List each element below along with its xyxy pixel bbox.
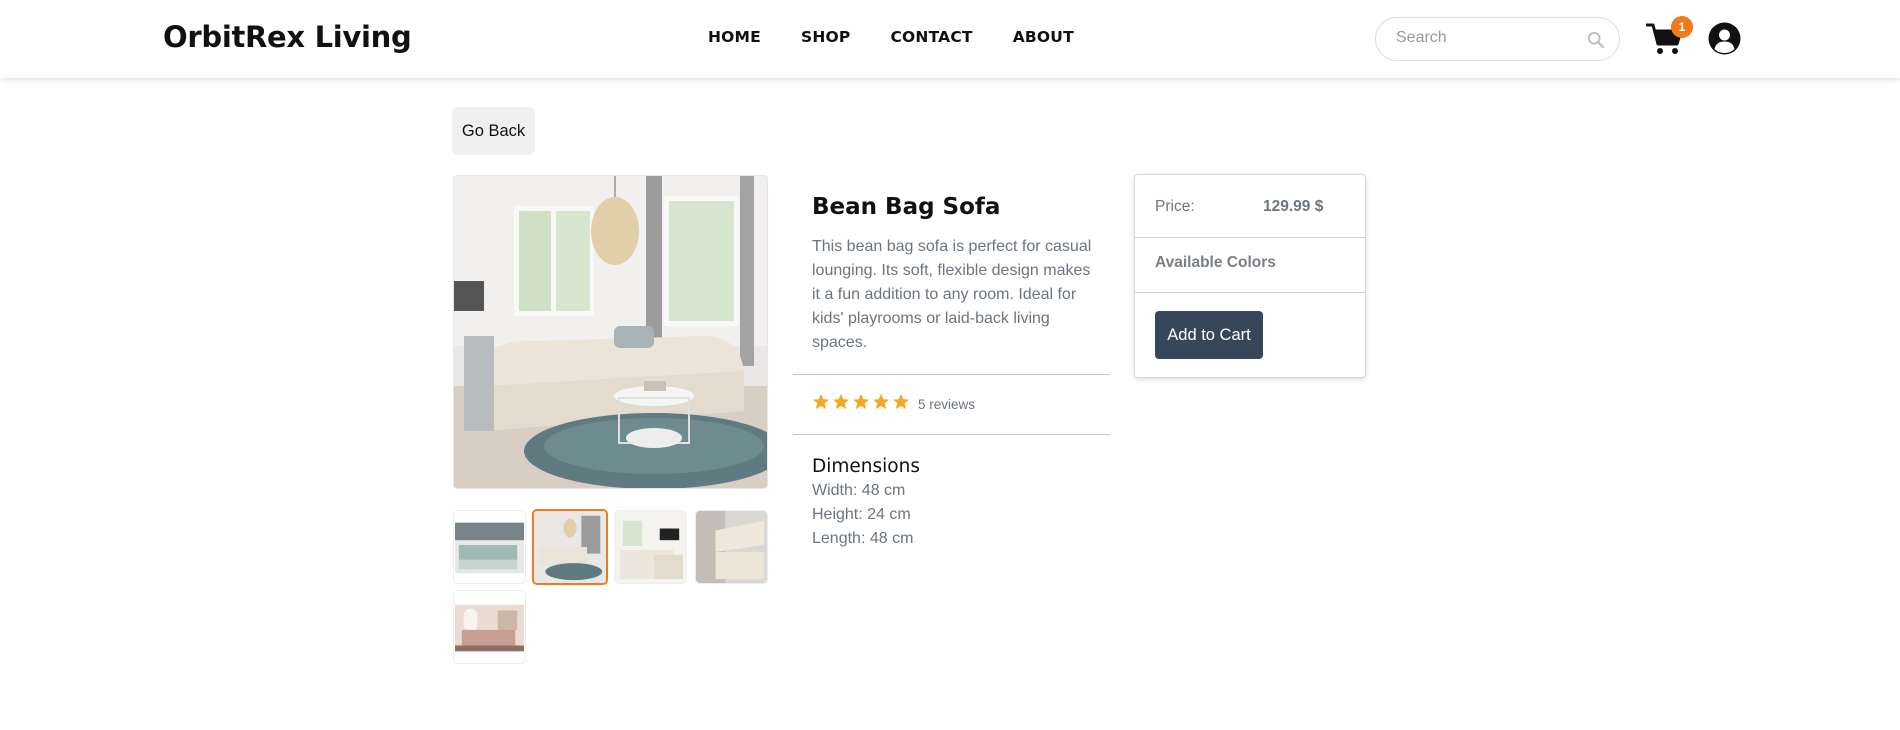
top-navbar: OrbitRex Living HOME SHOP CONTACT ABOUT … xyxy=(0,0,1900,78)
dimension-height: Height: 24 cm xyxy=(812,506,911,523)
rating-stars xyxy=(812,393,910,411)
star-icon xyxy=(892,393,910,410)
dimension-width: Width: 48 cm xyxy=(812,482,906,499)
nav-about-link[interactable]: ABOUT xyxy=(1013,28,1074,46)
brand-logo[interactable]: OrbitRex Living xyxy=(163,20,412,54)
product-title: Bean Bag Sofa xyxy=(812,194,1001,220)
card-divider xyxy=(1135,237,1365,238)
search-icon[interactable] xyxy=(1587,31,1605,49)
star-icon xyxy=(832,393,850,410)
thumbnail-3[interactable] xyxy=(614,510,687,584)
go-back-button[interactable]: Go Back xyxy=(452,107,535,155)
nav-contact-link[interactable]: CONTACT xyxy=(890,28,972,46)
nav-shop-link[interactable]: SHOP xyxy=(801,28,850,46)
add-to-cart-button[interactable]: Add to Cart xyxy=(1155,311,1263,359)
cart-count-badge: 1 xyxy=(1671,16,1693,38)
divider xyxy=(793,374,1110,375)
purchase-card: Price: 129.99 $ Available Colors Add to … xyxy=(1134,174,1366,378)
thumbnail-2-selected[interactable] xyxy=(532,509,608,585)
reviews-count[interactable]: 5 reviews xyxy=(918,397,975,412)
star-icon xyxy=(872,393,890,410)
main-nav: HOME SHOP CONTACT ABOUT xyxy=(708,28,1114,46)
price-label: Price: xyxy=(1155,198,1195,215)
thumbnail-5[interactable] xyxy=(453,590,526,664)
star-icon xyxy=(812,393,830,410)
product-main-image xyxy=(453,175,768,489)
price-value: 129.99 $ xyxy=(1263,198,1324,215)
card-divider xyxy=(1135,292,1365,293)
dimension-length: Length: 48 cm xyxy=(812,530,914,547)
product-description: This bean bag sofa is perfect for casual… xyxy=(812,238,1092,351)
divider xyxy=(793,434,1110,435)
nav-home-link[interactable]: HOME xyxy=(708,28,761,46)
dimensions-heading: Dimensions xyxy=(812,456,920,477)
search-input[interactable] xyxy=(1396,29,1576,47)
thumbnail-4[interactable] xyxy=(695,510,768,584)
star-icon xyxy=(852,393,870,410)
thumbnail-1[interactable] xyxy=(453,510,526,584)
user-account-icon[interactable] xyxy=(1708,22,1741,55)
search-box xyxy=(1375,17,1620,61)
available-colors-label: Available Colors xyxy=(1155,254,1276,271)
